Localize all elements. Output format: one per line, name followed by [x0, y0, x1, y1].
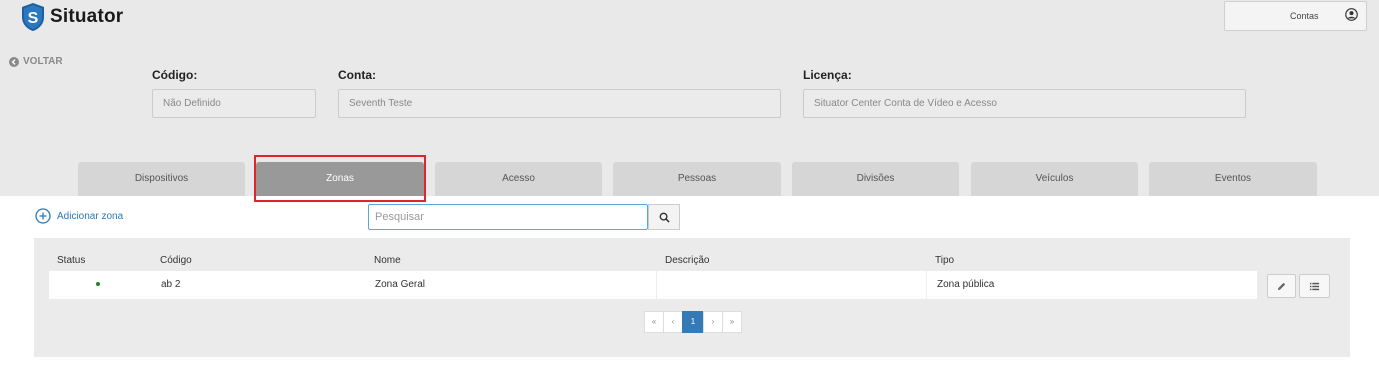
tab-veiculos[interactable]: Veículos — [971, 162, 1138, 196]
nome-cell: Zona Geral — [375, 279, 426, 290]
list-icon — [1309, 282, 1320, 290]
pagination-prev[interactable]: ‹ — [663, 311, 683, 333]
tab-eventos[interactable]: Eventos — [1149, 162, 1317, 196]
edit-icon — [1277, 282, 1286, 290]
add-zone-label: Adicionar zona — [57, 210, 124, 222]
account-button[interactable]: Contas — [1224, 1, 1367, 31]
status-cell — [49, 271, 146, 299]
details-button[interactable] — [1299, 274, 1330, 298]
pagination-last[interactable]: » — [722, 311, 742, 333]
search-button[interactable] — [648, 204, 680, 230]
add-zone-button[interactable]: Adicionar zona — [35, 208, 123, 224]
svg-text:S: S — [28, 10, 39, 27]
zones-table-panel: Status Código Nome Descrição Tipo ab 2 Z… — [34, 238, 1350, 357]
codigo-cell: ab 2 — [161, 279, 181, 290]
zone-header: VOLTAR Código: Não Definido Conta: Seven… — [0, 34, 1379, 202]
account-button-label: Contas — [1290, 11, 1319, 21]
column-header-nome: Nome — [374, 255, 401, 266]
column-header-descricao: Descrição — [665, 255, 710, 266]
tab-divisoes[interactable]: Divisões — [792, 162, 959, 196]
edit-button[interactable] — [1267, 274, 1296, 298]
licenca-field: Situator Center Conta de Vídeo e Acesso — [803, 89, 1246, 118]
column-header-status: Status — [57, 255, 86, 266]
shield-logo-icon: S — [22, 3, 44, 31]
status-active-dot — [96, 282, 100, 286]
tipo-cell: Zona pública — [926, 271, 994, 299]
back-link[interactable]: VOLTAR — [9, 56, 63, 67]
codigo-label: Código: — [152, 68, 198, 82]
pagination-first[interactable]: « — [644, 311, 664, 333]
user-circle-icon — [1345, 8, 1358, 21]
tab-acesso[interactable]: Acesso — [435, 162, 602, 196]
app-logo[interactable]: S Situator — [20, 2, 123, 32]
table-row[interactable]: ab 2 Zona Geral Zona pública — [49, 271, 1257, 299]
search-icon — [659, 212, 670, 223]
column-header-codigo: Código — [160, 255, 192, 266]
app-name: Situator — [50, 6, 124, 27]
tab-zonas[interactable]: Zonas — [256, 162, 424, 196]
column-header-tipo: Tipo — [935, 255, 955, 266]
descricao-cell — [656, 271, 926, 299]
top-bar: S Situator Contas — [0, 0, 1379, 34]
pagination-next[interactable]: › — [703, 311, 723, 333]
licenca-label: Licença: — [803, 68, 852, 82]
pagination-page-1[interactable]: 1 — [682, 311, 704, 333]
search-input[interactable] — [368, 204, 648, 230]
tab-pessoas[interactable]: Pessoas — [613, 162, 781, 196]
back-arrow-icon — [9, 56, 19, 67]
conta-label: Conta: — [338, 68, 376, 82]
pagination: « ‹ 1 › » — [644, 311, 742, 333]
plus-circle-icon — [35, 208, 51, 224]
conta-field: Seventh Teste — [338, 89, 781, 118]
tab-dispositivos[interactable]: Dispositivos — [78, 162, 245, 196]
codigo-field: Não Definido — [152, 89, 316, 118]
back-link-label: VOLTAR — [23, 56, 63, 67]
